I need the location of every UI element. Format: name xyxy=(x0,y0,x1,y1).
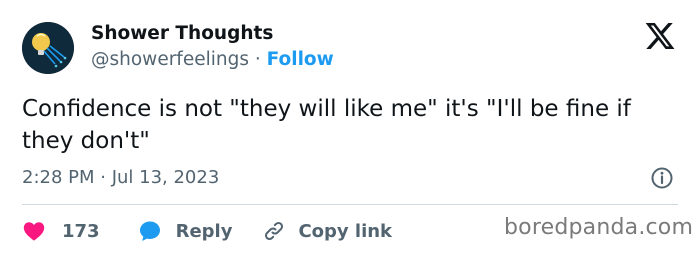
reply-button[interactable]: Reply xyxy=(138,219,263,243)
lightbulb-shower-icon xyxy=(22,22,74,74)
watermark: boredpanda.com xyxy=(504,215,694,240)
like-button[interactable]: 173 xyxy=(22,219,138,243)
x-logo-icon[interactable] xyxy=(643,20,677,52)
author-handle-row: @showerfeelings · Follow xyxy=(91,49,334,70)
copy-link-label: Copy link xyxy=(298,220,393,242)
tweet-timestamp[interactable]: 2:28 PM · Jul 13, 2023 xyxy=(22,167,219,188)
follow-button[interactable]: Follow xyxy=(267,49,334,70)
info-icon[interactable] xyxy=(650,166,674,190)
copy-link-button[interactable]: Copy link xyxy=(262,219,392,243)
author-handle[interactable]: @showerfeelings xyxy=(91,49,249,70)
tweet-actions: 173 Reply Copy link xyxy=(22,218,392,244)
handle-separator: · xyxy=(254,49,261,70)
heart-icon xyxy=(23,222,45,241)
divider xyxy=(22,204,678,205)
avatar[interactable] xyxy=(22,22,74,74)
author-display-name[interactable]: Shower Thoughts xyxy=(91,23,273,44)
link-icon xyxy=(265,221,284,241)
reply-label: Reply xyxy=(175,220,233,242)
like-count: 173 xyxy=(62,220,100,242)
reply-bubble-icon xyxy=(139,221,160,241)
tweet-text: Confidence is not "they will like me" it… xyxy=(22,96,631,154)
